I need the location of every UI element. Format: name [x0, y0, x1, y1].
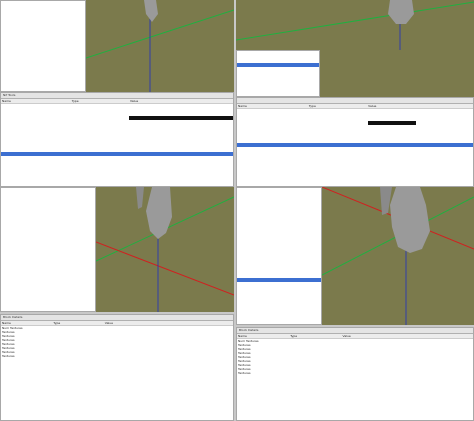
tree-row[interactable]: [1, 188, 95, 192]
block-details-panel-tr: Name Type Value: [236, 97, 474, 187]
cell-name: [237, 143, 473, 147]
col-value-header: Value: [129, 99, 139, 103]
col-value-header: Value: [342, 334, 351, 338]
col-name-header: Name: [2, 321, 11, 325]
block-tree-tl[interactable]: [1, 1, 85, 5]
tree-row[interactable]: [237, 188, 321, 192]
col-type-header: Type: [308, 104, 316, 108]
viewport-scene-mr: [322, 187, 474, 325]
col-value-header: Value: [104, 321, 113, 325]
cell-name: [1, 176, 71, 180]
block-details-panel-tl: Nif Tools Name Type Value: [0, 92, 234, 187]
render-viewport-tr-lower[interactable]: [320, 50, 474, 97]
model-shape: [144, 0, 158, 22]
render-viewport-mr[interactable]: [322, 187, 474, 325]
render-viewport-tr[interactable]: [236, 0, 474, 50]
col-type-header: Type: [290, 334, 298, 338]
cell-value: [129, 176, 233, 180]
block-details-panel-bl: Block Details Name Type Value Num Textur…: [0, 314, 234, 421]
col-name-header: Name: [2, 99, 11, 103]
col-type-header: Type: [71, 99, 79, 103]
tree-row-selected[interactable]: [237, 63, 319, 67]
cell-name: Textures: [238, 371, 251, 375]
tree-row-selected[interactable]: [237, 278, 321, 282]
table-row[interactable]: Textures: [237, 371, 473, 375]
axis-x-line: [96, 241, 234, 296]
tree-row[interactable]: [237, 51, 319, 55]
block-list-panel-tl: [0, 0, 86, 92]
col-value-header: Value: [368, 104, 377, 108]
col-name-header: Name: [238, 334, 247, 338]
block-list-panel-tr: [236, 50, 320, 97]
details-rows-tl: [1, 104, 233, 180]
cell-name: [237, 121, 368, 125]
model-arm-shape: [136, 187, 144, 209]
table-row[interactable]: [237, 121, 473, 125]
col-name-header: Name: [238, 104, 247, 108]
model-shape: [146, 187, 172, 239]
cell-type: [52, 354, 103, 358]
model-shape: [390, 187, 430, 253]
viewport-scene-tr: [236, 0, 474, 50]
table-row[interactable]: Textures: [1, 354, 233, 358]
col-type-header: Type: [53, 321, 61, 325]
axis-y-line: [236, 1, 474, 41]
model-arm-shape: [380, 187, 392, 215]
cell-name: Textures: [2, 354, 15, 358]
block-list-panel-ml: [0, 187, 96, 312]
cell-type: [71, 176, 129, 180]
details-header: Name Type Value: [237, 104, 473, 109]
cell-type: [289, 371, 341, 375]
viewport-scene-ml: [96, 187, 234, 312]
render-viewport-tl[interactable]: [86, 0, 234, 92]
render-viewport-ml[interactable]: [96, 187, 234, 312]
table-row-selected[interactable]: [237, 143, 473, 147]
block-details-panel-br: Block Details Name Type Value Num Textur…: [236, 327, 474, 421]
color-swatch-value: [367, 121, 416, 125]
cell-value: [104, 354, 233, 358]
axis-y-line: [86, 9, 234, 59]
cell-value: [342, 371, 474, 375]
tree-row[interactable]: [1, 1, 85, 5]
table-row[interactable]: [1, 176, 233, 180]
viewport-scene-tl: [86, 0, 234, 92]
model-shape: [388, 0, 414, 24]
block-list-panel-mr: [236, 187, 322, 325]
